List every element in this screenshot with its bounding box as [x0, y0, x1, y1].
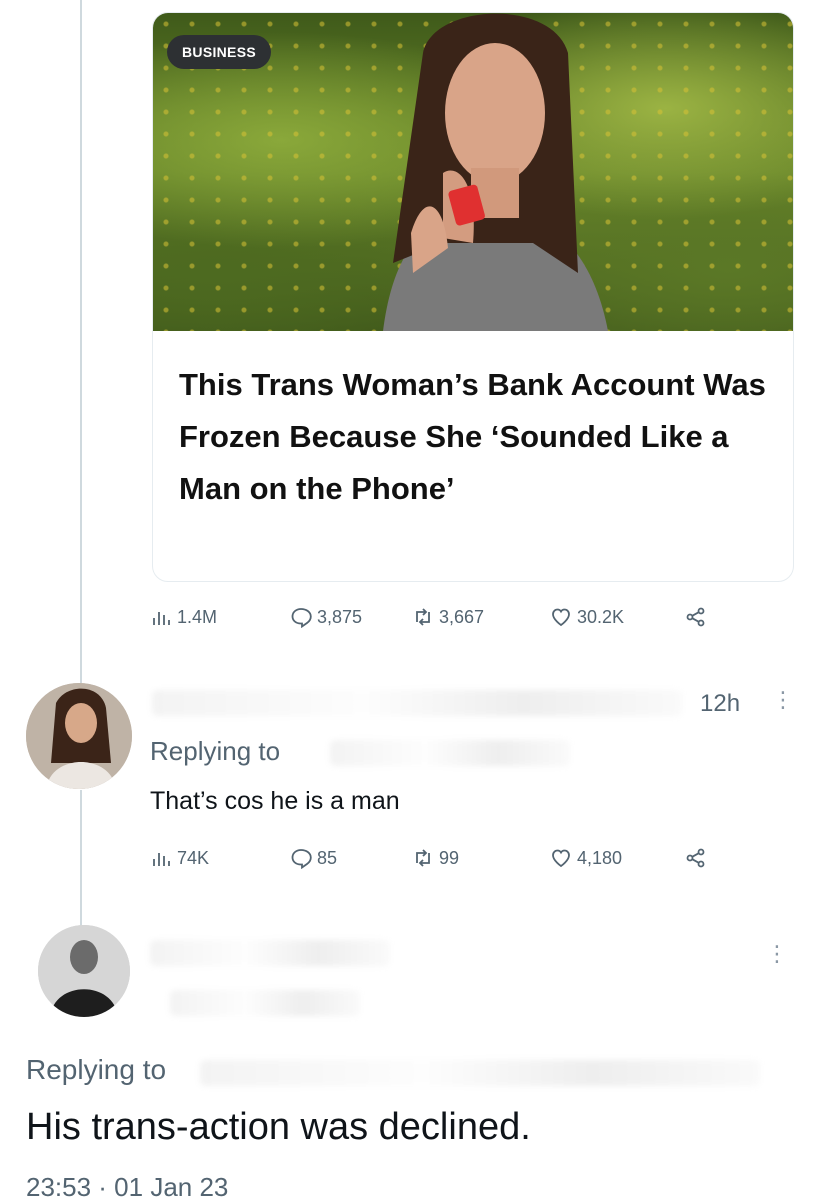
reply-icon [291, 608, 312, 628]
article-image: BUSINESS [153, 13, 793, 331]
article-card[interactable]: BUSINESS This Trans Woman’s Bank Account… [152, 12, 794, 582]
reply-text: His trans-action was declined. [26, 1106, 531, 1148]
category-badge: BUSINESS [167, 35, 271, 69]
share-icon [686, 607, 705, 627]
share-button[interactable] [685, 606, 712, 628]
like-icon [552, 608, 570, 627]
thread-line-middle [80, 790, 82, 930]
avatar[interactable] [26, 683, 132, 789]
reply-timestamp: 12h [700, 690, 741, 717]
woman-photo [383, 13, 608, 331]
replying-handle-redacted[interactable] [330, 740, 570, 766]
replying-handle-redacted[interactable] [200, 1060, 760, 1086]
handle-redacted [170, 990, 360, 1016]
display-name-redacted [150, 940, 390, 966]
thread-line-top [80, 0, 82, 685]
more-icon[interactable]: ⋮ [766, 943, 788, 965]
article-headline: This Trans Woman’s Bank Account Was Froz… [179, 367, 766, 506]
reply-text: That’s cos he is a man [150, 787, 400, 815]
views-icon [153, 853, 170, 866]
post-actions: 1.4M 3,875 3,667 30.2K [150, 606, 730, 636]
views-icon [153, 612, 170, 625]
like-button[interactable]: 30.2K [550, 606, 624, 628]
reply-button[interactable]: 85 [290, 847, 337, 869]
like-icon [552, 849, 570, 868]
repost-button[interactable]: 99 [412, 847, 459, 869]
replying-to-label: Replying to [150, 736, 281, 766]
post-datetime: 23:53 · 01 Jan 23 [26, 1172, 229, 1202]
reply-icon [291, 849, 312, 869]
like-button[interactable]: 4,180 [550, 847, 622, 869]
repost-icon [416, 849, 430, 867]
views-button[interactable]: 1.4M [150, 606, 217, 628]
replying-to-label: Replying to [26, 1054, 167, 1085]
share-button[interactable] [685, 847, 712, 869]
share-icon [686, 848, 705, 868]
more-icon[interactable]: ⋮ [772, 689, 794, 711]
reply-actions: 74K 85 99 4,180 [150, 847, 730, 877]
avatar[interactable] [38, 925, 130, 1017]
views-button[interactable]: 74K [150, 847, 209, 869]
repost-button[interactable]: 3,667 [412, 606, 484, 628]
reply-button[interactable]: 3,875 [290, 606, 362, 628]
display-name-redacted [152, 690, 682, 716]
repost-icon [416, 608, 430, 626]
